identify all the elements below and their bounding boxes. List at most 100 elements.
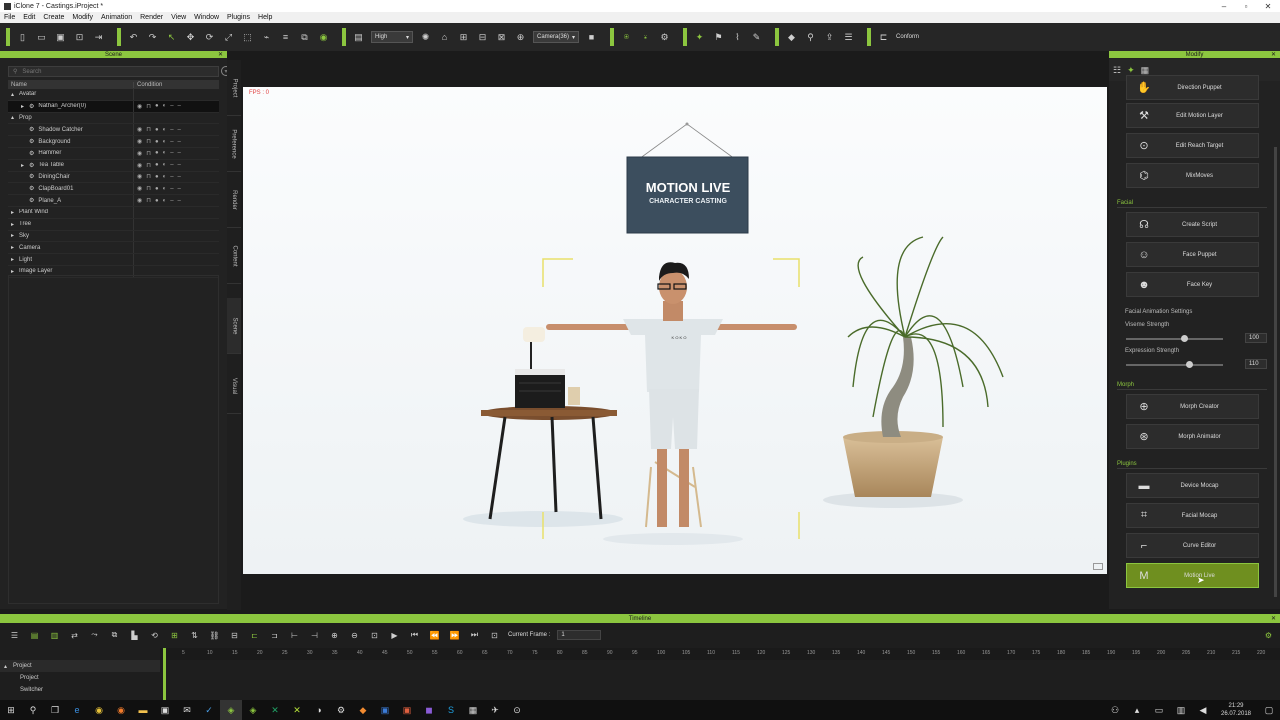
timeline-settings-icon[interactable]: ⚙	[1265, 631, 1272, 640]
expand-icon[interactable]: ▸	[11, 244, 19, 251]
menu-animation[interactable]: Animation	[97, 14, 136, 21]
lock-icon[interactable]: ⊓	[146, 185, 151, 192]
align-icon[interactable]: ≡	[279, 31, 292, 44]
cloth-icon[interactable]: ⚙	[658, 31, 671, 44]
viewport-settings-icon[interactable]	[1093, 563, 1103, 570]
mixmoves-button[interactable]: ⌬ MixMoves	[1126, 163, 1259, 188]
zoom-icon[interactable]: ⚲	[804, 31, 817, 44]
mail-icon[interactable]: ✉	[176, 700, 198, 720]
link-icon[interactable]: ⛓	[208, 629, 221, 642]
zoom-icon[interactable]: ⊖	[348, 629, 361, 642]
go-end-icon[interactable]: ⏭	[468, 629, 481, 642]
transition-icon[interactable]: ⤳	[88, 629, 101, 642]
tree-row[interactable]: ▸ ⚙ Tea Table ◉ ⊓ ● ◐ – –	[8, 159, 219, 172]
eye-icon[interactable]: ◉	[137, 185, 142, 192]
pick-parent-icon[interactable]: ⌁	[260, 31, 273, 44]
shadow-icon[interactable]: ◐	[163, 198, 167, 204]
direction-puppet-button[interactable]: ✋ Direction Puppet	[1126, 75, 1259, 100]
name-column-header[interactable]: Name	[8, 82, 133, 88]
render-icon[interactable]: ●	[155, 186, 159, 192]
camera-dropdown[interactable]: Camera(36) ▾	[533, 31, 579, 43]
collapse-icon[interactable]: ▴	[4, 663, 7, 670]
more-icon[interactable]: –	[170, 127, 173, 133]
more-icon[interactable]: –	[178, 103, 181, 109]
shadow-icon[interactable]: ◐	[163, 139, 167, 145]
animation-icon[interactable]: ✦	[1127, 65, 1135, 76]
close-icon[interactable]: ✕	[218, 51, 223, 58]
camera-icon[interactable]: ■	[585, 31, 598, 44]
device-mocap-button[interactable]: ▬ Device Mocap	[1126, 473, 1259, 498]
more-icon[interactable]: –	[170, 174, 173, 180]
shadow-icon[interactable]: ◐	[163, 162, 167, 168]
app-icon[interactable]: ▣	[374, 700, 396, 720]
sync-icon[interactable]: ⊞	[168, 629, 181, 642]
tree-row[interactable]: ▸ Sky	[8, 230, 219, 243]
loop-toggle-icon[interactable]: ⊡	[488, 629, 501, 642]
lock-icon[interactable]: ⊓	[146, 197, 151, 204]
viseme-strength-input[interactable]: 100	[1245, 333, 1267, 343]
volume-icon[interactable]: ◀	[1192, 700, 1214, 720]
tab-render[interactable]: Render	[227, 172, 241, 228]
app-icon[interactable]: ▣	[396, 700, 418, 720]
tree-row[interactable]: ⚙ Background ◉ ⊓ ● ◐ – –	[8, 136, 219, 148]
tree-row[interactable]: ▸ Plant Wind	[8, 206, 219, 219]
tree-row[interactable]: ⚙ DiningChair ◉ ⊓ ● ◐ – –	[8, 171, 219, 184]
clock[interactable]: 21:29 26.07.2018	[1214, 702, 1258, 718]
tree-row[interactable]: ⚙ Hammer ◉ ⊓ ● ◐ – –	[8, 147, 219, 160]
track-row[interactable]: ▴ Project	[0, 660, 160, 672]
track-row[interactable]: Project	[0, 672, 160, 684]
menu-create[interactable]: Create	[39, 14, 68, 21]
more-icon[interactable]: –	[178, 139, 181, 145]
edit-motion-icon[interactable]: ⍣	[639, 31, 652, 44]
expand-icon[interactable]: ▴	[11, 114, 19, 121]
undo-icon[interactable]: ↶	[127, 31, 140, 44]
more-icon[interactable]: –	[178, 174, 181, 180]
quality-dropdown[interactable]: High ▾	[371, 31, 413, 43]
trim-end-icon[interactable]: ⊣	[308, 629, 321, 642]
windows-start-icon[interactable]: ⊞	[0, 700, 22, 720]
eye-icon[interactable]: ◉	[137, 162, 142, 169]
play-icon[interactable]: ▶	[388, 629, 401, 642]
excel-icon[interactable]: ✕	[264, 700, 286, 720]
export-scene-icon[interactable]: ⇪	[823, 31, 836, 44]
tab-project[interactable]: Project	[227, 60, 241, 116]
menu-plugins[interactable]: Plugins	[223, 14, 254, 21]
people-icon[interactable]: ⚇	[1104, 700, 1126, 720]
more-icon[interactable]: –	[178, 127, 181, 133]
more-icon[interactable]: –	[178, 198, 181, 204]
conform-icon[interactable]: ⊏	[877, 31, 890, 44]
sort-icon[interactable]: ⇅	[188, 629, 201, 642]
expression-strength-slider[interactable]	[1126, 361, 1223, 368]
eye-icon[interactable]: ◉	[137, 197, 142, 204]
battery-icon[interactable]: ▭	[1148, 700, 1170, 720]
current-frame-input[interactable]: 1	[557, 630, 602, 640]
eye-icon[interactable]: ◉	[137, 173, 142, 180]
redo-icon[interactable]: ↷	[146, 31, 159, 44]
lock-icon[interactable]: ⊓	[146, 150, 151, 157]
close-icon[interactable]: ✕	[1271, 615, 1276, 622]
tab-content[interactable]: Content	[227, 228, 241, 284]
select-arrow-icon[interactable]: ↖	[165, 31, 178, 44]
render-icon[interactable]: ●	[155, 103, 159, 109]
minimize-icon[interactable]: –	[1213, 0, 1235, 12]
lock-icon[interactable]: ⊓	[146, 103, 151, 110]
notifications-icon[interactable]: ▢	[1258, 700, 1280, 720]
close-icon[interactable]: ✕	[1271, 51, 1276, 58]
track-row[interactable]: Switcher	[0, 684, 160, 696]
playhead[interactable]	[163, 648, 166, 700]
slider-knob[interactable]	[1186, 361, 1194, 368]
edge-browser-icon[interactable]: e	[66, 700, 88, 720]
stack-icon[interactable]: ⧉	[298, 31, 311, 44]
open-folder-icon[interactable]: ▭	[35, 31, 48, 44]
range-end-icon[interactable]: ⊐	[268, 629, 281, 642]
shadow-icon[interactable]: ◐	[163, 127, 167, 133]
search-icon[interactable]: ⚲	[22, 700, 44, 720]
more-icon[interactable]: –	[170, 186, 173, 192]
screen-icon[interactable]: ▤	[352, 31, 365, 44]
condition-column-header[interactable]: Condition	[133, 81, 162, 88]
tree-row[interactable]: ▸ Camera	[8, 242, 219, 255]
edit-reach-target-button[interactable]: ⊙ Edit Reach Target	[1126, 133, 1259, 158]
app-icon[interactable]: ⚙	[330, 700, 352, 720]
iclone-icon[interactable]: ◈	[220, 700, 242, 720]
list-settings-icon[interactable]: ☰	[842, 31, 855, 44]
